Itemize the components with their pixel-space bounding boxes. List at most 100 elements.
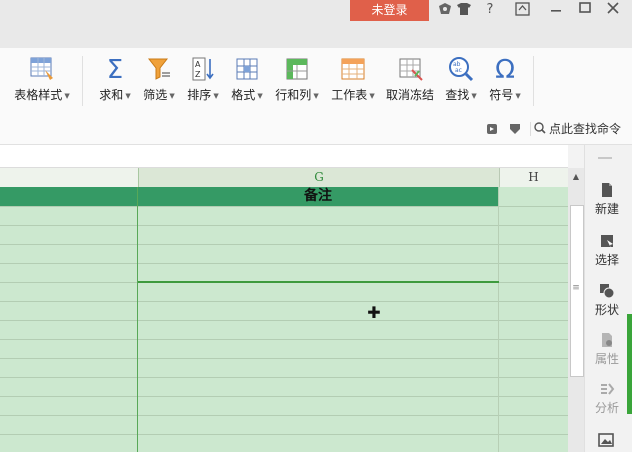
dropdown-caret-icon: ▼: [125, 91, 131, 100]
row-col-button[interactable]: 行和列 ▼: [272, 56, 322, 110]
dropdown-caret-icon: ▼: [64, 91, 70, 100]
cell-cursor-icon: ✚: [367, 303, 381, 322]
analysis-icon: [599, 381, 615, 397]
row-gridline: [0, 358, 568, 359]
sidebar-item-analysis[interactable]: 分析: [586, 381, 628, 427]
command-search-label: 点此查找命令: [549, 122, 622, 136]
header-row-cell-h: [499, 187, 568, 206]
sum-button[interactable]: Σ 求和 ▼: [96, 56, 134, 110]
shape-icon: [599, 283, 615, 299]
row-col-icon: [272, 56, 322, 84]
column-gridline: [498, 187, 499, 452]
column-header-h[interactable]: H: [499, 168, 568, 187]
table-style-label: 表格样式: [14, 88, 63, 102]
selection-border: [138, 281, 499, 283]
sidebar-expand-tab[interactable]: [627, 314, 632, 414]
close-icon[interactable]: [605, 2, 621, 18]
dropdown-caret-icon: ▼: [471, 91, 477, 100]
row-col-label: 行和列: [275, 88, 312, 102]
find-icon: ab ac: [442, 56, 480, 84]
dropdown-caret-icon: ▼: [257, 91, 263, 100]
pin-icon[interactable]: [508, 122, 522, 136]
column-g-left-border: [137, 187, 138, 452]
shirt-icon[interactable]: [456, 2, 472, 18]
search-icon: [534, 122, 546, 137]
table-style-button[interactable]: 表格样式 ▼: [10, 56, 74, 110]
formula-bar[interactable]: [0, 145, 568, 168]
window-restore-icon[interactable]: [514, 2, 530, 18]
skin-icon[interactable]: [437, 2, 453, 18]
table-style-icon: [10, 56, 74, 84]
sidebar-item-label: 分析: [594, 401, 619, 415]
row-gridline: [0, 434, 568, 435]
collapse-icon[interactable]: [485, 122, 499, 136]
dropdown-caret-icon: ▼: [169, 91, 175, 100]
sidebar-item-new[interactable]: 新建: [586, 182, 628, 228]
sidebar-item-label: 形状: [594, 303, 619, 317]
dropdown-caret-icon: ▼: [213, 91, 219, 100]
dropdown-caret-icon: ▼: [313, 91, 319, 100]
unfreeze-button[interactable]: 取消冻结: [384, 56, 436, 110]
maximize-icon[interactable]: [577, 2, 593, 18]
row-gridline: [0, 225, 568, 226]
sidebar-item-shape[interactable]: 形状: [586, 283, 628, 329]
sidebar-item-label: 选择: [594, 253, 619, 267]
login-button[interactable]: 未登录: [350, 0, 429, 21]
row-gridline: [0, 320, 568, 321]
find-label: 查找: [445, 88, 470, 102]
format-label: 格式: [231, 88, 256, 102]
properties-icon: [599, 332, 615, 348]
format-icon: [228, 56, 266, 84]
unfreeze-label: 取消冻结: [385, 88, 434, 102]
new-file-icon: [599, 182, 615, 198]
dropdown-caret-icon: ▼: [515, 91, 521, 100]
sidebar-item-select[interactable]: 选择: [586, 233, 628, 279]
sort-button[interactable]: AZ 排序 ▼: [184, 56, 222, 110]
dropdown-caret-icon: ▼: [369, 91, 375, 100]
format-button[interactable]: 格式 ▼: [228, 56, 266, 110]
scrollbar-grip-icon: ≡: [572, 283, 580, 293]
funnel-icon: [140, 56, 178, 84]
sidebar-item-label: 属性: [594, 352, 619, 366]
find-button[interactable]: ab ac 查找 ▼: [442, 56, 480, 110]
omega-icon: Ω: [495, 55, 515, 85]
help-icon[interactable]: ?: [482, 2, 498, 18]
scroll-up-arrow-icon[interactable]: ▲: [568, 170, 584, 184]
row-gridline: [0, 339, 568, 340]
notes-header-cell[interactable]: 备注: [138, 187, 498, 206]
ribbon-divider: [533, 56, 534, 106]
sidebar-item-label: 新建: [594, 202, 619, 216]
row-gridline: [0, 396, 568, 397]
sigma-icon: Σ: [106, 55, 124, 85]
row-gridline: [0, 263, 568, 264]
svg-text:ac: ac: [455, 67, 462, 74]
title-bar: [0, 0, 632, 48]
symbol-label: 符号: [489, 88, 514, 102]
worksheet-button[interactable]: 工作表 ▼: [328, 56, 378, 110]
sort-az-icon: AZ: [184, 56, 222, 84]
select-icon: [599, 233, 615, 249]
worksheet-icon: [328, 56, 378, 84]
worksheet-label: 工作表: [331, 88, 368, 102]
minimize-icon[interactable]: [548, 2, 564, 18]
row-gridline: [0, 301, 568, 302]
unfreeze-icon: [384, 56, 436, 84]
row-gridline: [0, 206, 568, 207]
symbol-button[interactable]: Ω 符号 ▼: [486, 56, 524, 110]
command-search[interactable]: 点此查找命令: [534, 120, 621, 138]
image-icon[interactable]: [598, 432, 614, 448]
sidebar-handle[interactable]: [598, 157, 612, 159]
sort-label: 排序: [187, 88, 212, 102]
svg-text:Z: Z: [195, 70, 201, 79]
ribbon-divider: [530, 122, 531, 136]
filter-button[interactable]: 筛选 ▼: [140, 56, 178, 110]
sidebar-item-properties[interactable]: 属性: [586, 332, 628, 378]
spreadsheet-grid[interactable]: 备注: [0, 187, 568, 452]
row-gridline: [0, 377, 568, 378]
filter-label: 筛选: [143, 88, 168, 102]
svg-text:A: A: [195, 60, 201, 69]
ribbon-divider: [82, 56, 83, 106]
row-gridline: [0, 415, 568, 416]
row-gridline: [0, 244, 568, 245]
column-header-g[interactable]: G: [138, 168, 500, 187]
